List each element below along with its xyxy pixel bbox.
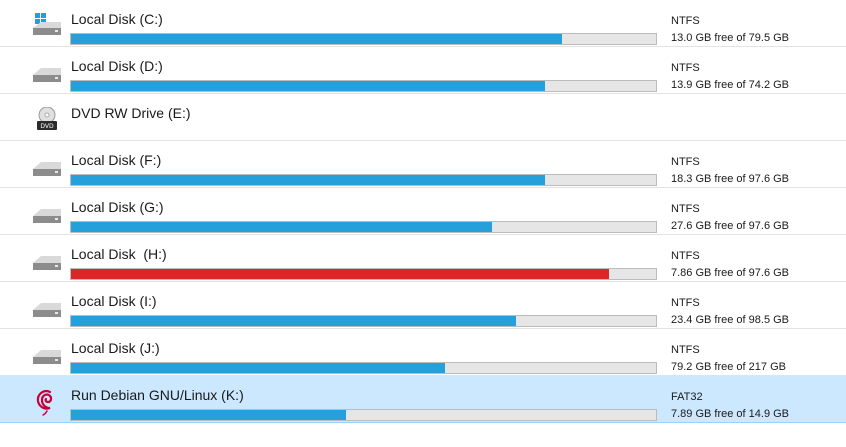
svg-text:DVD: DVD — [40, 123, 54, 130]
drive-row-e[interactable]: DVD DVD RW Drive (E:) — [0, 94, 846, 141]
filesystem-type: NTFS — [671, 344, 700, 356]
drive-name: Local Disk (F:) — [71, 152, 162, 168]
hard-drive-icon — [31, 248, 63, 272]
hard-drive-icon — [31, 154, 63, 178]
usage-bar-fill — [71, 34, 563, 44]
drive-name: DVD RW Drive (E:) — [71, 105, 191, 121]
usage-bar — [70, 315, 657, 327]
free-space-text: 79.2 GB free of 217 GB — [671, 361, 786, 373]
drive-name: Local Disk (G:) — [71, 199, 164, 215]
windows-drive-icon — [31, 13, 63, 37]
hard-drive-icon — [31, 295, 63, 319]
free-space-text: 13.9 GB free of 74.2 GB — [671, 79, 790, 91]
usage-bar — [70, 33, 657, 45]
usage-bar-fill — [71, 316, 516, 326]
drive-name: Local Disk (D:) — [71, 58, 163, 74]
filesystem-type: NTFS — [671, 203, 700, 215]
drive-name: Run Debian GNU/Linux (K:) — [71, 387, 244, 403]
hard-drive-icon — [31, 201, 63, 225]
drive-row-c[interactable]: Local Disk (C:) NTFS 13.0 GB free of 79.… — [0, 0, 846, 47]
usage-bar-fill — [71, 175, 545, 185]
drive-row-d[interactable]: Local Disk (D:) NTFS 13.9 GB free of 74.… — [0, 47, 846, 94]
usage-bar — [70, 409, 657, 421]
filesystem-type: NTFS — [671, 250, 700, 262]
filesystem-type: NTFS — [671, 156, 700, 168]
drive-list: Local Disk (C:) NTFS 13.0 GB free of 79.… — [0, 0, 846, 423]
usage-bar-fill — [71, 222, 493, 232]
free-space-text: 13.0 GB free of 79.5 GB — [671, 32, 790, 44]
usage-bar — [70, 362, 657, 374]
filesystem-type: NTFS — [671, 15, 700, 27]
hard-drive-icon — [31, 342, 63, 366]
usage-bar — [70, 268, 657, 280]
hard-drive-icon — [31, 60, 63, 84]
drive-row-g[interactable]: Local Disk (G:) NTFS 27.6 GB free of 97.… — [0, 188, 846, 235]
usage-bar-fill — [71, 269, 610, 279]
free-space-text: 27.6 GB free of 97.6 GB — [671, 220, 790, 232]
drive-row-f[interactable]: Local Disk (F:) NTFS 18.3 GB free of 97.… — [0, 141, 846, 188]
filesystem-type: FAT32 — [671, 391, 703, 403]
drive-name: Local Disk (C:) — [71, 11, 163, 27]
drive-name: Local Disk (J:) — [71, 340, 160, 356]
filesystem-type: NTFS — [671, 297, 700, 309]
drive-row-j[interactable]: Local Disk (J:) NTFS 79.2 GB free of 217… — [0, 329, 846, 376]
usage-bar-fill — [71, 410, 346, 420]
usage-bar — [70, 221, 657, 233]
filesystem-type: NTFS — [671, 62, 700, 74]
usage-bar — [70, 80, 657, 92]
free-space-text: 18.3 GB free of 97.6 GB — [671, 173, 790, 185]
debian-swirl-icon — [31, 389, 63, 416]
drive-row-i[interactable]: Local Disk (I:) NTFS 23.4 GB free of 98.… — [0, 282, 846, 329]
usage-bar — [70, 174, 657, 186]
usage-bar-fill — [71, 363, 446, 373]
dvd-drive-icon: DVD — [31, 107, 63, 131]
drive-row-h[interactable]: Local Disk (H:) NTFS 7.86 GB free of 97.… — [0, 235, 846, 282]
drive-row-k[interactable]: Run Debian GNU/Linux (K:) FAT32 7.89 GB … — [0, 376, 846, 423]
free-space-text: 7.86 GB free of 97.6 GB — [671, 267, 790, 279]
drive-name: Local Disk (I:) — [71, 293, 157, 309]
free-space-text: 23.4 GB free of 98.5 GB — [671, 314, 790, 326]
usage-bar-fill — [71, 81, 545, 91]
free-space-text: 7.89 GB free of 14.9 GB — [671, 408, 790, 420]
drive-name: Local Disk (H:) — [71, 246, 167, 262]
